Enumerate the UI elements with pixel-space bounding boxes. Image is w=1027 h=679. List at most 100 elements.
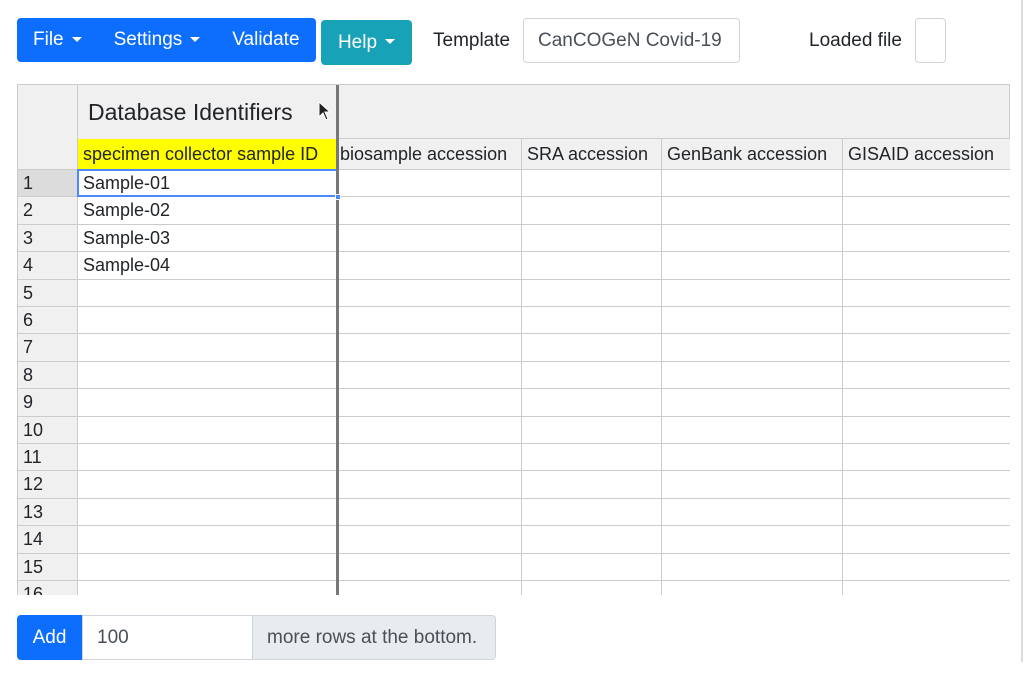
template-select[interactable]: CanCOGeN Covid-19	[523, 18, 740, 63]
table-cell[interactable]	[662, 553, 843, 580]
table-cell[interactable]	[522, 361, 662, 389]
row-number[interactable]: 1	[18, 170, 78, 197]
validate-button[interactable]: Validate	[216, 18, 315, 62]
row-number[interactable]: 8	[18, 361, 78, 389]
table-cell[interactable]	[78, 334, 338, 361]
table-cell[interactable]	[338, 444, 522, 471]
table-cell[interactable]	[843, 581, 1010, 595]
table-cell[interactable]	[78, 307, 338, 334]
table-cell[interactable]	[522, 444, 662, 471]
table-cell[interactable]	[843, 417, 1010, 443]
row-number[interactable]: 2	[18, 197, 78, 224]
table-cell[interactable]	[662, 581, 843, 595]
table-cell[interactable]	[338, 252, 522, 279]
page-scrollbar[interactable]	[1021, 0, 1023, 662]
table-cell[interactable]	[662, 252, 843, 279]
row-number[interactable]: 6	[18, 307, 78, 334]
row-number[interactable]: 11	[18, 444, 78, 471]
selection-fill-handle[interactable]	[335, 194, 341, 200]
row-number[interactable]: 15	[18, 553, 78, 580]
table-cell[interactable]	[522, 526, 662, 553]
add-rows-button[interactable]: Add	[17, 615, 82, 660]
table-cell[interactable]	[522, 170, 662, 197]
row-number[interactable]: 13	[18, 498, 78, 526]
add-rows-count-input[interactable]: 100	[82, 615, 253, 660]
table-cell[interactable]	[522, 416, 662, 443]
table-cell[interactable]	[522, 197, 662, 224]
spreadsheet-grid[interactable]: Database Identifiers specimen collector …	[17, 84, 1010, 595]
table-cell[interactable]	[843, 362, 1010, 388]
table-cell[interactable]	[843, 389, 1010, 415]
table-cell[interactable]	[338, 197, 522, 224]
help-menu-button[interactable]: Help	[321, 20, 412, 65]
table-cell[interactable]	[338, 361, 522, 389]
row-number[interactable]: 16	[18, 581, 78, 595]
table-cell[interactable]	[78, 471, 338, 498]
table-cell[interactable]	[338, 334, 522, 361]
table-cell[interactable]	[522, 279, 662, 306]
frozen-column-divider[interactable]	[336, 85, 339, 595]
table-cell[interactable]	[843, 280, 1010, 306]
table-cell[interactable]	[662, 416, 843, 443]
table-cell[interactable]	[843, 252, 1010, 278]
table-cell[interactable]	[843, 225, 1010, 251]
table-cell[interactable]	[338, 389, 522, 416]
table-cell[interactable]	[843, 444, 1010, 470]
table-cell[interactable]	[78, 279, 338, 306]
table-cell[interactable]	[843, 197, 1010, 223]
column-header[interactable]: biosample accession	[338, 139, 522, 169]
settings-menu-button[interactable]: Settings	[98, 18, 217, 62]
table-cell[interactable]	[522, 498, 662, 526]
table-cell[interactable]	[662, 526, 843, 553]
loaded-file-field[interactable]	[915, 18, 946, 63]
table-cell[interactable]	[78, 498, 338, 526]
table-cell[interactable]	[522, 307, 662, 334]
table-cell[interactable]	[843, 307, 1010, 333]
table-cell[interactable]	[78, 389, 338, 416]
table-cell[interactable]	[662, 498, 843, 526]
table-cell[interactable]	[662, 224, 843, 252]
table-cell[interactable]	[78, 361, 338, 389]
table-cell[interactable]	[338, 224, 522, 252]
table-cell[interactable]: Sample-03	[78, 224, 338, 252]
table-cell[interactable]: Sample-02	[78, 197, 338, 224]
table-cell[interactable]	[662, 471, 843, 498]
row-number[interactable]: 3	[18, 224, 78, 252]
table-cell[interactable]	[522, 581, 662, 595]
table-cell[interactable]	[662, 197, 843, 224]
table-cell[interactable]	[662, 444, 843, 471]
file-menu-button[interactable]: File	[17, 18, 98, 62]
table-cell[interactable]	[843, 554, 1010, 580]
row-number[interactable]: 5	[18, 279, 78, 306]
table-cell[interactable]	[843, 526, 1010, 552]
table-cell[interactable]	[522, 553, 662, 580]
table-cell[interactable]	[843, 471, 1010, 497]
table-cell[interactable]	[843, 334, 1010, 360]
table-cell[interactable]	[78, 553, 338, 580]
table-cell[interactable]	[522, 252, 662, 279]
table-cell[interactable]	[522, 471, 662, 498]
table-cell[interactable]	[662, 334, 843, 361]
table-cell[interactable]	[338, 170, 522, 197]
table-cell[interactable]	[522, 224, 662, 252]
column-header[interactable]: SRA accession	[522, 139, 662, 169]
column-group-header[interactable]: Database Identifiers	[78, 85, 338, 139]
table-cell[interactable]	[78, 416, 338, 443]
column-header[interactable]: specimen collector sample ID	[78, 139, 338, 169]
row-number[interactable]: 4	[18, 252, 78, 279]
table-cell[interactable]	[338, 498, 522, 526]
table-cell[interactable]	[662, 389, 843, 416]
row-number[interactable]: 14	[18, 526, 78, 553]
row-number[interactable]: 9	[18, 389, 78, 416]
table-cell[interactable]	[662, 361, 843, 389]
table-cell[interactable]	[338, 553, 522, 580]
table-cell[interactable]	[338, 526, 522, 553]
row-number[interactable]: 12	[18, 471, 78, 498]
table-cell[interactable]	[843, 170, 1010, 196]
table-cell[interactable]	[338, 581, 522, 595]
table-cell[interactable]	[662, 279, 843, 306]
row-number[interactable]: 7	[18, 334, 78, 361]
table-cell[interactable]	[78, 444, 338, 471]
table-cell[interactable]: Sample-01	[77, 168, 339, 198]
table-cell[interactable]	[522, 389, 662, 416]
